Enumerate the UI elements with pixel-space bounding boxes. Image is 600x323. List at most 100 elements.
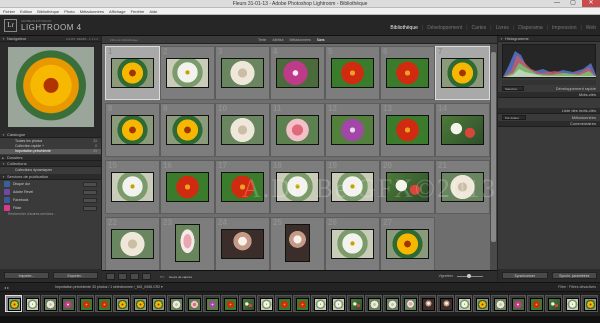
module-livres[interactable]: Livres [496,25,509,31]
photo-thumbnail[interactable] [111,115,154,145]
photo-thumbnail[interactable] [331,229,374,259]
grid-cell[interactable]: 11 [270,103,325,157]
filmstrip-thumbnail[interactable] [77,295,94,312]
grid-cell[interactable]: 5 [325,46,380,100]
grid-cell[interactable]: 22 [105,217,160,271]
filmstrip-filter-select[interactable]: Filtres désactivés [569,285,596,289]
grid-cell[interactable]: 13 [380,103,435,157]
grid-scrollbar[interactable] [490,44,497,270]
close-button[interactable]: ✕ [582,0,600,7]
filmstrip-thumbnail[interactable] [293,295,310,312]
publish-service-hard-drive[interactable]: Disque dur [0,180,101,188]
loupe-view-button[interactable] [118,273,127,280]
photo-thumbnail[interactable] [175,224,200,262]
photo-thumbnail[interactable] [386,115,429,145]
filmstrip-thumbnail[interactable] [347,295,364,312]
find-more-services-link[interactable]: Rechercher d'autres services... [0,212,101,217]
filmstrip-thumbnail[interactable] [401,295,418,312]
grid-cell[interactable]: 25 [270,217,325,271]
filmstrip-thumbnail[interactable] [203,295,220,312]
grid-cell[interactable]: 9 [160,103,215,157]
photo-thumbnail[interactable] [386,172,429,202]
photo-thumbnail[interactable] [441,115,484,145]
menu-aide[interactable]: Aide [149,8,157,14]
photo-thumbnail[interactable] [276,58,319,88]
keyword-list-header[interactable]: Liste des mots-clés [498,108,600,114]
grid-cell[interactable]: 26 [325,217,380,271]
module-cartes[interactable]: Cartes [472,25,487,31]
photo-thumbnail[interactable] [111,229,154,259]
publish-service-flickr[interactable]: Flickr [0,204,101,212]
filmstrip-nav-arrows[interactable]: ◂ ▸ [4,285,9,290]
filmstrip-thumbnail[interactable] [383,295,400,312]
filmstrip-thumbnail[interactable] [239,295,256,312]
grid-cell[interactable]: 10 [215,103,270,157]
comments-header[interactable]: Commentaires [498,121,600,127]
grid-cell[interactable]: 6 [380,46,435,100]
export-button[interactable]: Exporter... [53,272,98,279]
metadata-preset-select[interactable]: Par défaut [502,115,526,120]
grid-cell[interactable]: 16 [160,160,215,214]
bottom-panel-toggle[interactable] [0,316,600,323]
filmstrip-thumbnail[interactable] [437,295,454,312]
grid-cell[interactable]: 23 [160,217,215,271]
grid-cell[interactable]: 20 [380,160,435,214]
smart-collections-item[interactable]: Collections dynamiques [0,168,101,173]
menu-metadonnees[interactable]: Métadonnées [80,8,104,14]
filmstrip-thumbnail[interactable] [149,295,166,312]
grid-cell[interactable]: 17 [215,160,270,214]
survey-view-button[interactable] [142,273,151,280]
publish-services-header[interactable]: ▼ Services de publication [0,174,101,180]
maximize-button[interactable]: ▢ [566,0,580,7]
filmstrip-thumbnail[interactable] [167,295,184,312]
navigator-preview[interactable] [0,42,101,132]
grid-cell[interactable]: 2 [160,46,215,100]
grid-cell[interactable]: 12 [325,103,380,157]
menu-affichage[interactable]: Affichage [109,8,126,14]
grid-cell[interactable]: 27 [380,217,435,271]
menu-photo[interactable]: Photo [64,8,74,14]
module-bibliotheque[interactable]: Bibliothèque [390,25,418,31]
module-web[interactable]: Web [586,25,596,31]
publish-service-facebook[interactable]: Facebook [0,196,101,204]
photo-thumbnail[interactable] [441,58,484,88]
photo-thumbnail[interactable] [111,172,154,202]
grid-cell[interactable]: 3 [215,46,270,100]
photo-thumbnail[interactable] [331,115,374,145]
filmstrip-thumbnail[interactable] [257,295,274,312]
scrollbar-thumb[interactable] [491,52,496,242]
minimize-button[interactable]: — [550,0,564,7]
filmstrip-thumbnail[interactable] [41,295,58,312]
catalog-item-previous-import[interactable]: Importation précédente 33 [0,149,101,154]
menu-bibliotheque[interactable]: Bibliothèque [37,8,59,14]
grid-cell[interactable]: 7 [435,46,490,100]
histogram-header[interactable]: ▼ Histogramme [498,36,600,42]
filter-tab-text[interactable]: Texte [258,36,266,44]
grid-cell[interactable]: 15 [105,160,160,214]
filmstrip-thumbnail[interactable] [509,295,526,312]
photo-thumbnail[interactable] [386,58,429,88]
photo-thumbnail[interactable] [221,172,264,202]
import-button[interactable]: Importer... [4,272,49,279]
filmstrip-thumbnail[interactable] [95,295,112,312]
grid-cell[interactable]: 18 [270,160,325,214]
photo-thumbnail[interactable] [276,172,319,202]
photo-thumbnail[interactable] [221,229,264,259]
sync-button[interactable]: Synchroniser [502,272,548,279]
photo-thumbnail[interactable] [111,58,154,88]
filmstrip-thumbnail[interactable] [365,295,382,312]
filmstrip-thumbnail[interactable] [581,295,598,312]
navigator-header[interactable]: ▼ Navigateur AJUST. REMPL. 1:1 1:4 [0,36,101,42]
photo-thumbnail[interactable] [331,58,374,88]
compare-view-button[interactable] [130,273,139,280]
photo-thumbnail[interactable] [166,115,209,145]
menu-fichier[interactable]: Fichier [3,8,15,14]
photo-thumbnail[interactable] [221,58,264,88]
filmstrip-thumbnail[interactable] [275,295,292,312]
menu-edition[interactable]: Edition [20,8,32,14]
setup-button[interactable] [83,197,97,203]
photo-thumbnail[interactable] [166,58,209,88]
grid-view-button[interactable] [106,273,115,280]
filmstrip-thumbnail[interactable] [311,295,328,312]
filmstrip-source-info[interactable]: Importation précédente 33 photos / 1 sél… [55,285,163,289]
